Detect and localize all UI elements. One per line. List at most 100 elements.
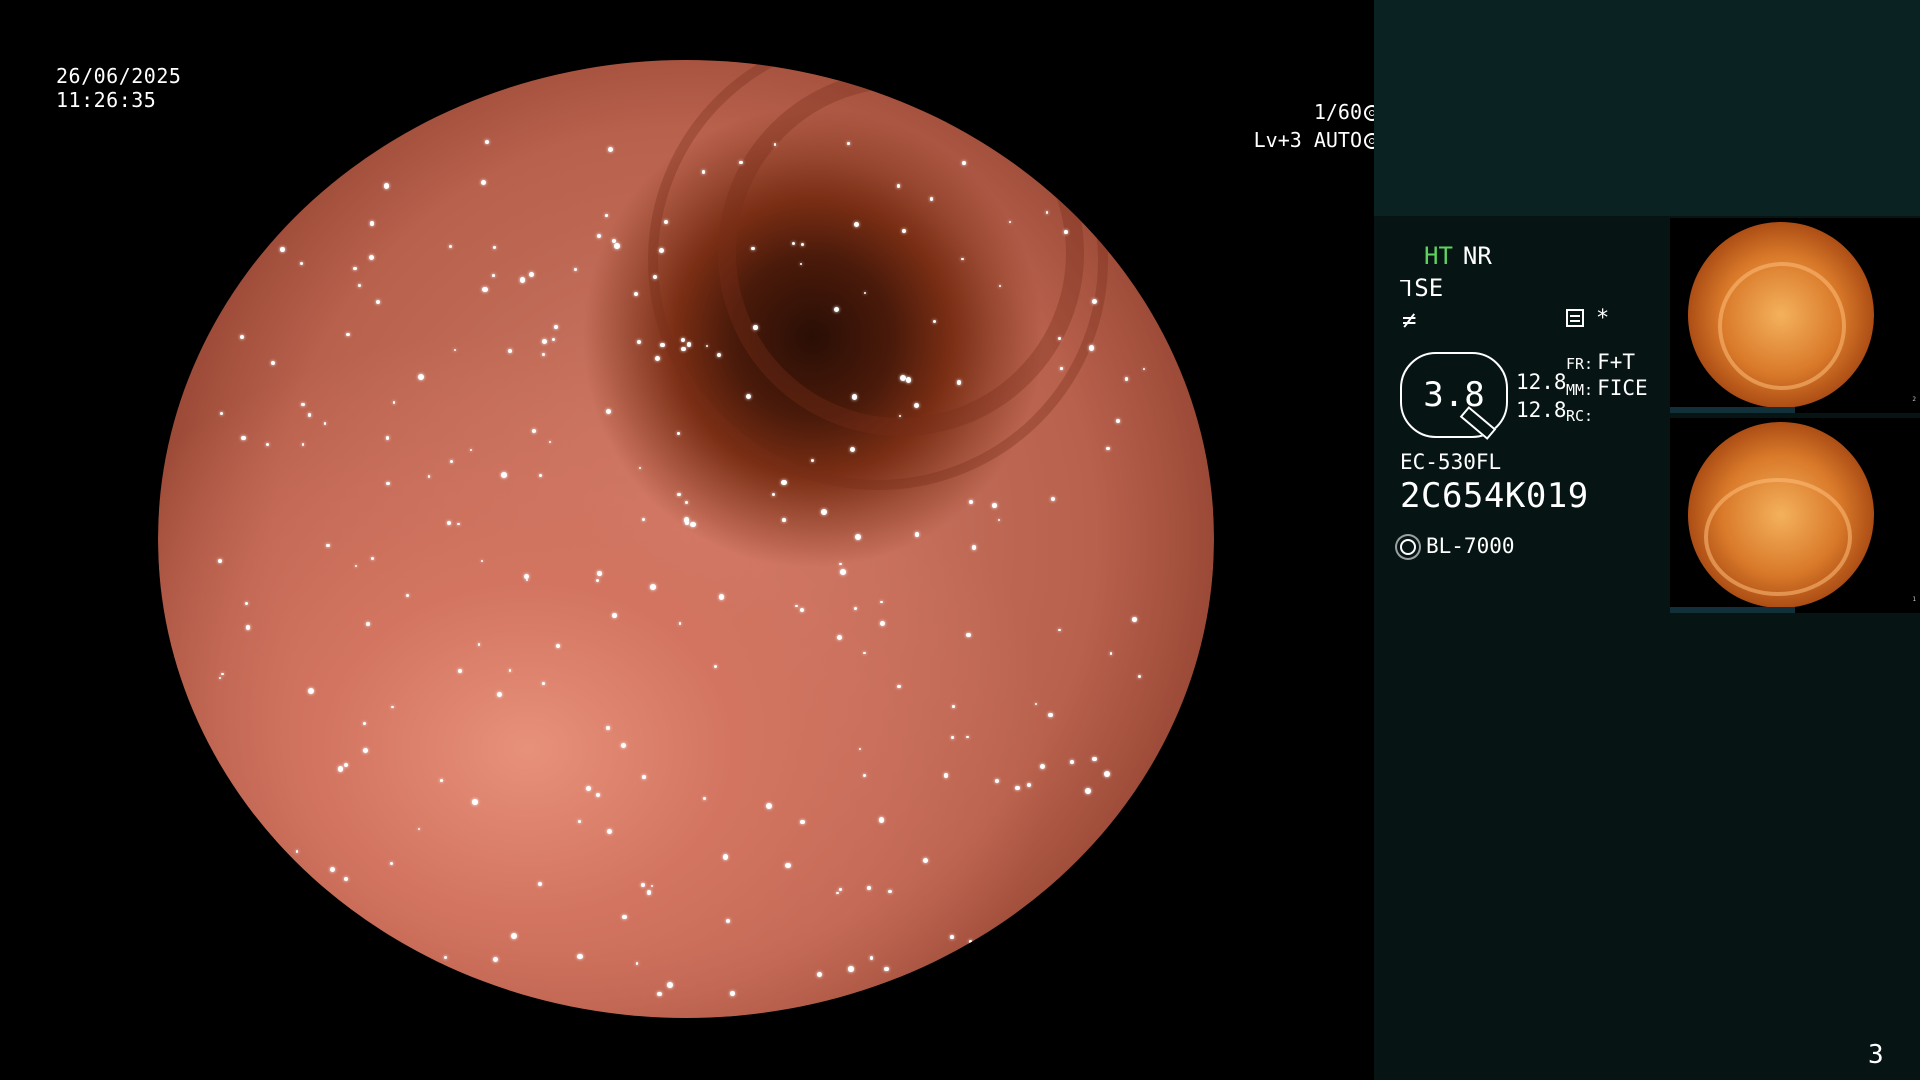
- specular-highlight: [686, 342, 692, 347]
- endoscope-image: [158, 60, 1214, 1018]
- specular-highlight: [966, 632, 971, 638]
- specular-highlight: [968, 940, 972, 944]
- rc-row: RC:: [1566, 402, 1648, 428]
- structure-enhance-icon: ⅂: [1400, 277, 1413, 302]
- specular-highlight: [343, 876, 348, 881]
- value-1: 12.8: [1516, 370, 1567, 394]
- specular-highlight: [929, 197, 934, 201]
- specular-highlight: [915, 532, 920, 537]
- specular-highlight: [363, 748, 368, 753]
- specular-highlight: [323, 422, 327, 425]
- specular-highlight: [1104, 771, 1111, 777]
- thumbnail-fold: [1704, 478, 1852, 596]
- specular-highlight: [357, 283, 361, 288]
- specular-highlight: [795, 604, 798, 607]
- specular-highlight: [992, 503, 997, 508]
- specular-highlight: [961, 257, 964, 261]
- specular-highlight: [538, 473, 542, 477]
- specular-highlight: [784, 862, 791, 869]
- thumbnail-2[interactable]: 2: [1670, 218, 1920, 413]
- specular-highlight: [1142, 367, 1145, 370]
- specular-highlight: [646, 890, 652, 895]
- specular-highlight: [492, 957, 498, 963]
- scope-serial: 2C654K019: [1400, 476, 1589, 516]
- rc-key: RC:: [1566, 407, 1594, 425]
- specular-highlight: [219, 411, 223, 415]
- light-source-label: BL-7000: [1426, 534, 1515, 558]
- specular-highlight: [605, 408, 612, 414]
- iris-row: Lv+3 AUTO: [1254, 126, 1380, 154]
- specular-highlight: [642, 775, 646, 779]
- date-text: 26/06/2025: [56, 64, 182, 88]
- specular-highlight: [932, 319, 937, 323]
- thumbnail-1[interactable]: 1: [1670, 418, 1920, 613]
- se-label: SE: [1414, 274, 1444, 302]
- asterisk-icon: *: [1596, 306, 1610, 331]
- specular-highlight: [597, 233, 602, 238]
- mm-row: MM: FICE: [1566, 376, 1648, 402]
- specular-highlight: [966, 735, 969, 738]
- specular-highlight: [1034, 702, 1037, 705]
- specular-highlight: [519, 277, 526, 283]
- specular-highlight: [554, 325, 558, 329]
- mm-value: FICE: [1597, 376, 1648, 400]
- thumbnail-fold: [1718, 262, 1846, 390]
- specular-highlight: [863, 651, 866, 654]
- specular-highlight: [684, 500, 688, 504]
- specular-highlight: [1085, 788, 1091, 794]
- specular-highlight: [994, 779, 999, 784]
- specular-highlight: [325, 543, 330, 548]
- specular-highlight: [725, 919, 730, 924]
- specular-highlight: [585, 785, 592, 791]
- specular-highlight: [950, 935, 954, 939]
- specular-highlight: [879, 620, 885, 626]
- specular-highlight: [578, 820, 582, 823]
- camera-readouts: 1/60 Lv+3 AUTO: [1254, 98, 1380, 154]
- menu-icons: *: [1566, 306, 1609, 331]
- specular-highlight: [765, 803, 772, 809]
- specular-highlight: [492, 274, 495, 277]
- structure-enhance-row: ⅂SE: [1400, 274, 1443, 302]
- specular-highlight: [493, 246, 496, 249]
- enhance-row: ≠: [1402, 306, 1416, 334]
- specular-highlight: [337, 766, 343, 772]
- specular-highlight: [635, 961, 639, 965]
- specular-highlight: [899, 375, 906, 382]
- specular-highlight: [393, 401, 396, 404]
- specular-highlight: [652, 274, 657, 279]
- specular-highlight: [501, 472, 507, 478]
- specular-highlight: [640, 882, 645, 887]
- specular-highlight: [751, 246, 755, 251]
- zoom-badge: 3.8: [1400, 352, 1508, 440]
- processing-modes: HT NR: [1424, 242, 1492, 270]
- specular-highlight: [614, 243, 620, 250]
- specular-highlight: [472, 799, 478, 805]
- specular-highlight: [833, 306, 839, 313]
- specular-highlight: [722, 854, 729, 860]
- specular-highlight: [956, 379, 962, 385]
- specular-highlight: [838, 887, 842, 891]
- zoom-value: 3.8: [1423, 375, 1485, 415]
- specular-highlight: [641, 517, 645, 521]
- lumen-fold-outer: [648, 60, 1108, 490]
- nr-mode-label: NR: [1462, 242, 1492, 270]
- specular-highlight: [241, 435, 246, 441]
- specular-highlight: [896, 184, 900, 188]
- specular-highlight: [840, 569, 846, 575]
- specular-highlight: [681, 346, 686, 352]
- specular-highlight: [905, 376, 912, 383]
- specular-highlight: [730, 991, 735, 996]
- specular-highlight: [702, 796, 706, 801]
- specular-highlight: [952, 705, 955, 708]
- specular-highlight: [480, 179, 486, 186]
- specular-highlight: [962, 161, 966, 165]
- specular-highlight: [1106, 446, 1110, 451]
- specular-highlight: [621, 742, 627, 748]
- specular-highlight: [1132, 617, 1137, 622]
- endoscope-live-view: [158, 60, 1214, 1018]
- specular-highlight: [862, 774, 866, 778]
- specular-highlight: [753, 325, 758, 330]
- specular-highlight: [577, 953, 583, 959]
- specular-highlight: [849, 447, 855, 453]
- reference-panel-top: [1374, 0, 1920, 216]
